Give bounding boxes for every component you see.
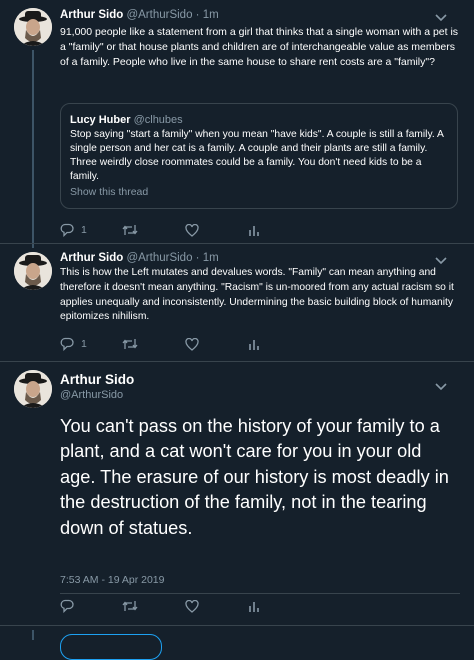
analytics-button[interactable]: [248, 598, 260, 614]
username[interactable]: @ArthurSido: [60, 389, 123, 401]
analytics-icon: [249, 601, 259, 612]
heart-icon: [185, 223, 199, 237]
tweet[interactable]: Arthur Sido @ArthurSido · 1m This is how…: [0, 244, 474, 360]
retweet-button[interactable]: [122, 222, 138, 238]
like-button[interactable]: [185, 598, 199, 614]
reply-icon: [60, 337, 74, 351]
tweet-timestamp[interactable]: 7:53 AM - 19 Apr 2019: [60, 574, 165, 586]
tweet-header: Arthur Sido @ArthurSido · 1m: [60, 9, 219, 21]
avatar-image: [14, 8, 52, 46]
tweet-time[interactable]: 1m: [203, 9, 219, 21]
separator-dot: ·: [195, 9, 200, 21]
heart-icon: [185, 599, 199, 613]
reply-button[interactable]: 1: [60, 222, 87, 238]
retweet-button[interactable]: [122, 598, 138, 614]
display-name[interactable]: Arthur Sido: [60, 252, 123, 264]
username[interactable]: @ArthurSido: [126, 9, 192, 21]
reply-button[interactable]: [60, 634, 162, 660]
reply-icon: [60, 599, 74, 613]
chevron-down-icon[interactable]: [434, 382, 448, 392]
show-thread-link[interactable]: Show this thread: [70, 186, 148, 198]
tweet-actions: 1: [60, 222, 460, 238]
analytics-icon: [249, 339, 259, 350]
username[interactable]: @ArthurSido: [126, 252, 192, 264]
tweet-actions: [60, 598, 460, 614]
divider: [0, 625, 474, 626]
tweet-text: This is how the Left mutates and devalue…: [60, 267, 454, 323]
heart-icon: [185, 337, 199, 351]
quoted-tweet[interactable]: Lucy Huber @clhubes Stop saying "start a…: [60, 103, 458, 209]
analytics-icon: [249, 225, 259, 236]
divider: [60, 593, 460, 594]
analytics-button[interactable]: [248, 222, 260, 238]
retweet-button[interactable]: [122, 336, 138, 352]
like-button[interactable]: [185, 336, 199, 352]
separator-dot: ·: [195, 252, 200, 264]
tweet-text: 91,000 people like a statement from a gi…: [60, 26, 459, 68]
avatar[interactable]: [14, 8, 52, 46]
avatar-image: [14, 370, 52, 408]
tweet[interactable]: Arthur Sido @ArthurSido · 1m 91,000 peop…: [0, 0, 474, 242]
chevron-down-icon[interactable]: [434, 13, 448, 23]
reply-button[interactable]: 1: [60, 336, 87, 352]
avatar-image: [14, 252, 52, 290]
tweet-time[interactable]: 1m: [203, 252, 219, 264]
retweet-icon: [122, 225, 138, 235]
retweet-icon: [122, 601, 138, 611]
avatar[interactable]: [14, 252, 52, 290]
quoted-username: @clhubes: [133, 114, 183, 126]
reply-button[interactable]: [60, 598, 74, 614]
tweet-actions: 1: [60, 336, 460, 352]
reply-count: 1: [81, 338, 87, 350]
quoted-tweet-text: Stop saying "start a family" when you me…: [70, 129, 444, 182]
analytics-button[interactable]: [248, 336, 260, 352]
retweet-icon: [122, 339, 138, 349]
tweet-header: Arthur Sido @ArthurSido · 1m: [60, 252, 219, 264]
reply-icon: [60, 223, 74, 237]
display-name[interactable]: Arthur Sido: [60, 372, 134, 387]
avatar[interactable]: [14, 370, 52, 408]
reply-count: 1: [81, 224, 87, 236]
display-name[interactable]: Arthur Sido: [60, 9, 123, 21]
quoted-tweet-header: Lucy Huber @clhubes: [70, 114, 183, 126]
tweet-text: You can't pass on the history of your fa…: [60, 416, 449, 538]
chevron-down-icon[interactable]: [434, 256, 448, 266]
like-button[interactable]: [185, 222, 199, 238]
quoted-display-name: Lucy Huber: [70, 114, 131, 126]
